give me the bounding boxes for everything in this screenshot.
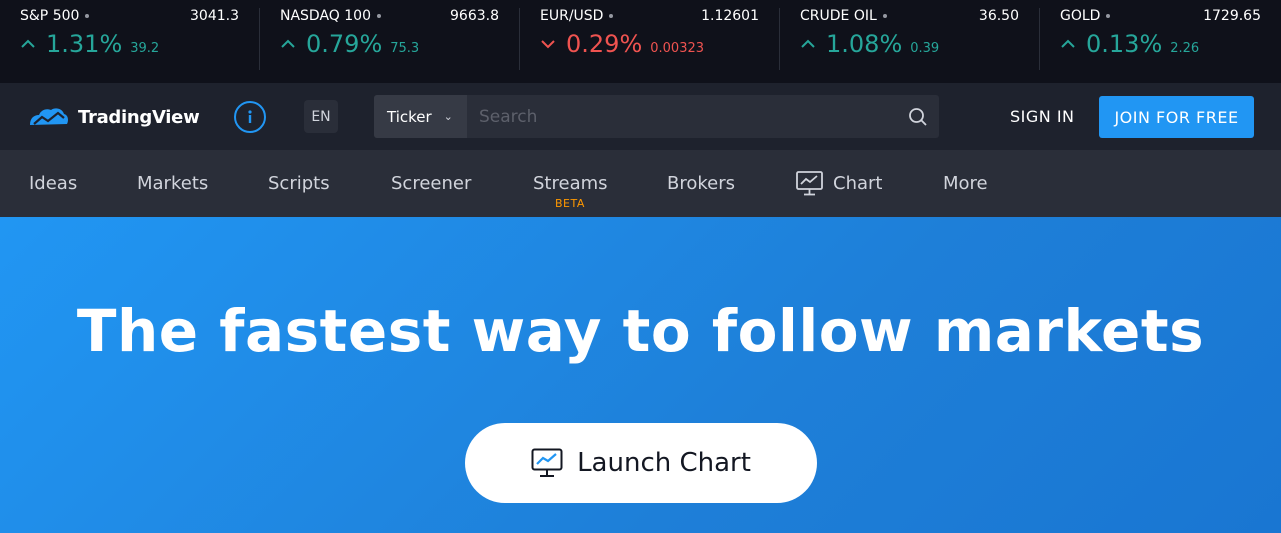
ticker-name: GOLD — [1060, 8, 1101, 24]
ticker-strip: S&P 500 3041.3 1.31% 39.2 NASDAQ 100 966… — [0, 0, 1281, 83]
nav-chart-label: Chart — [833, 173, 883, 194]
nav-ideas[interactable]: Ideas — [29, 173, 77, 194]
dot-icon — [882, 14, 887, 18]
nav-scripts[interactable]: Scripts — [268, 173, 330, 194]
sign-in-link[interactable]: SIGN IN — [1010, 107, 1075, 126]
ticker-pct: 0.29% — [566, 30, 643, 58]
arrow-up-icon — [281, 39, 295, 48]
chevron-down-icon: ⌄ — [443, 110, 453, 123]
dot-icon — [85, 14, 90, 18]
arrow-up-icon — [21, 39, 35, 48]
chart-monitor-icon — [796, 171, 823, 196]
arrow-down-icon — [541, 40, 555, 49]
ticker-select-label: Ticker — [387, 107, 432, 126]
logo-text: TradingView — [78, 106, 200, 128]
nav-chart[interactable]: Chart — [796, 171, 882, 196]
ticker-change: 2.26 — [1170, 41, 1200, 56]
search-bar: Ticker ⌄ — [374, 95, 939, 138]
hero-title: The fastest way to follow markets — [76, 297, 1205, 365]
ticker-price: 9663.8 — [450, 8, 499, 24]
ticker-price: 1.12601 — [701, 8, 759, 24]
ticker-eurusd[interactable]: EUR/USD 1.12601 0.29% 0.00323 — [520, 8, 780, 70]
tradingview-logo-icon — [30, 108, 68, 125]
ticker-change: 0.00323 — [650, 41, 705, 56]
ticker-sp500[interactable]: S&P 500 3041.3 1.31% 39.2 — [0, 8, 260, 70]
ticker-nasdaq100[interactable]: NASDAQ 100 9663.8 0.79% 75.3 — [260, 8, 520, 70]
info-icon — [248, 110, 252, 123]
search-icon — [908, 107, 927, 126]
launch-chart-label: Launch Chart — [577, 448, 751, 478]
nav-more[interactable]: More — [943, 173, 988, 194]
beta-badge: BETA — [555, 197, 585, 210]
launch-chart-button[interactable]: Launch Chart — [465, 423, 817, 503]
nav-brokers[interactable]: Brokers — [667, 173, 735, 194]
ticker-name: NASDAQ 100 — [280, 8, 371, 24]
ticker-price: 1729.65 — [1203, 8, 1261, 24]
ticker-select[interactable]: Ticker ⌄ — [374, 95, 467, 138]
dot-icon — [1106, 14, 1111, 18]
arrow-up-icon — [801, 39, 815, 48]
language-button[interactable]: EN — [304, 100, 338, 133]
info-button[interactable] — [234, 101, 266, 133]
arrow-up-icon — [1061, 39, 1075, 48]
ticker-name: EUR/USD — [540, 8, 604, 24]
ticker-crude-oil[interactable]: CRUDE OIL 36.50 1.08% 0.39 — [780, 8, 1040, 70]
nav-markets[interactable]: Markets — [137, 173, 208, 194]
ticker-pct: 1.08% — [826, 30, 903, 58]
ticker-pct: 1.31% — [46, 30, 123, 58]
main-nav: Ideas Markets Scripts Screener Streams B… — [0, 150, 1281, 217]
nav-streams[interactable]: Streams — [533, 173, 608, 194]
dot-icon — [377, 14, 381, 18]
chart-monitor-icon — [531, 448, 563, 477]
join-button[interactable]: JOIN FOR FREE — [1099, 96, 1254, 138]
ticker-price: 36.50 — [978, 8, 1019, 24]
search-input[interactable] — [467, 95, 896, 138]
top-header: TradingView EN Ticker ⌄ SIGN IN JOIN FOR… — [0, 83, 1281, 150]
ticker-change: 75.3 — [390, 41, 420, 56]
logo[interactable]: TradingView — [28, 105, 200, 129]
ticker-name: S&P 500 — [20, 8, 80, 24]
ticker-price: 3041.3 — [190, 8, 239, 24]
ticker-gold[interactable]: GOLD 1729.65 0.13% 2.26 — [1040, 8, 1281, 70]
hero-section: The fastest way to follow markets Launch… — [0, 217, 1281, 533]
dot-icon — [609, 14, 614, 18]
ticker-name: CRUDE OIL — [800, 8, 877, 24]
ticker-pct: 0.79% — [306, 30, 383, 58]
ticker-change: 39.2 — [130, 41, 160, 56]
ticker-pct: 0.13% — [1086, 30, 1163, 58]
search-button[interactable] — [896, 95, 939, 138]
nav-screener[interactable]: Screener — [391, 173, 471, 194]
ticker-change: 0.39 — [910, 41, 940, 56]
